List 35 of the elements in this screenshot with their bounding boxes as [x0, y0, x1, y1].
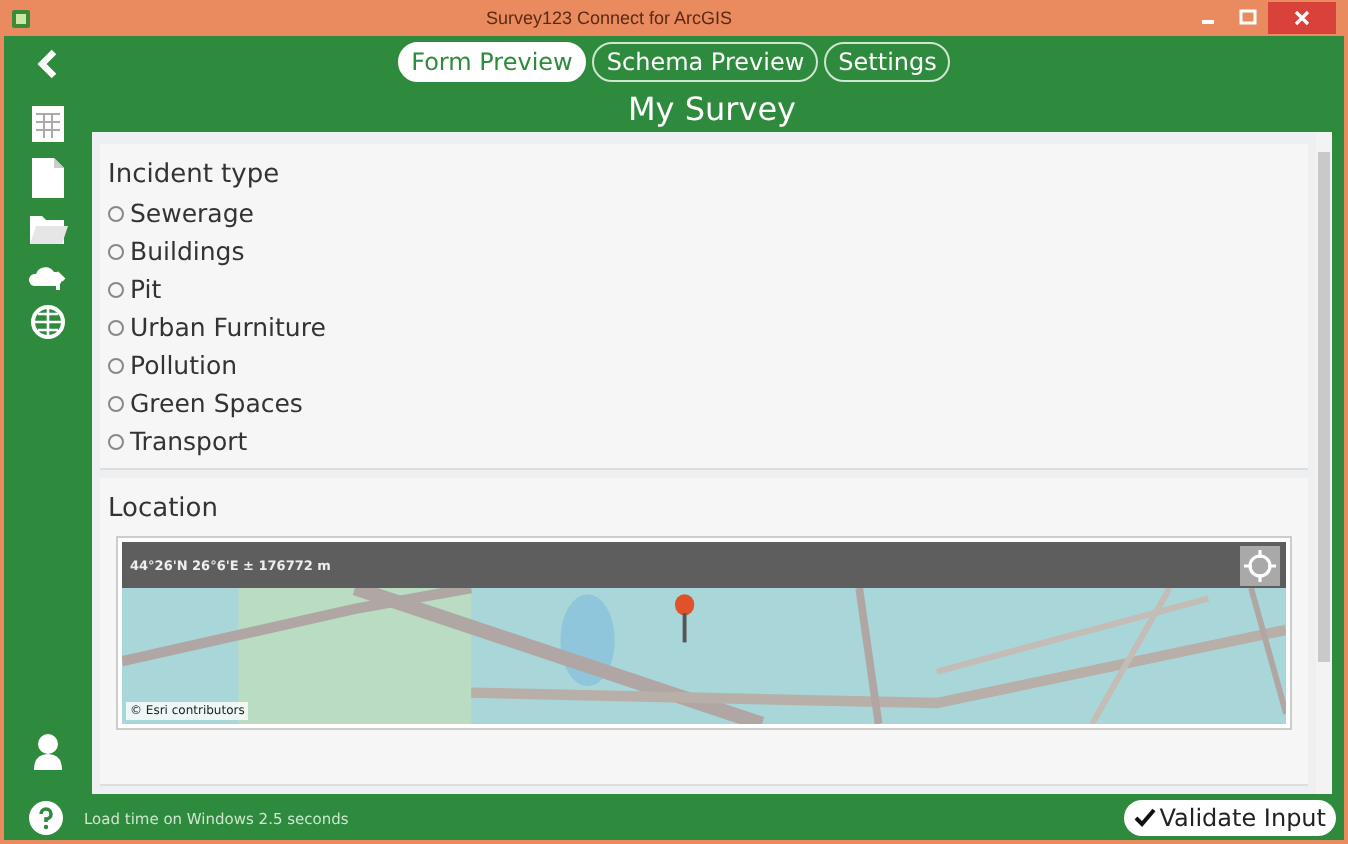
question-label: Incident type: [108, 160, 280, 190]
window-title: Survey123 Connect for ArcGIS: [483, 8, 735, 28]
validate-button[interactable]: Validate Input: [1123, 800, 1336, 836]
back-icon[interactable]: [34, 48, 62, 80]
radio-button[interactable]: [108, 433, 124, 449]
option-label: Pollution: [130, 350, 238, 380]
folder-icon[interactable]: [28, 212, 68, 248]
question-label: Location: [108, 494, 218, 524]
radio-button[interactable]: [108, 243, 124, 259]
radio-button[interactable]: [108, 281, 124, 297]
option-label: Green Spaces: [130, 388, 303, 418]
option-label: Sewerage: [130, 198, 254, 228]
close-button[interactable]: [1268, 2, 1336, 34]
user-icon[interactable]: [32, 732, 64, 772]
help-icon[interactable]: [28, 800, 64, 836]
close-icon: [1294, 10, 1310, 26]
locate-button[interactable]: [1240, 545, 1280, 585]
table-icon[interactable]: [30, 104, 66, 144]
tab[interactable]: Settings: [824, 42, 951, 82]
radio-button[interactable]: [108, 357, 124, 373]
radio-button[interactable]: [108, 395, 124, 411]
tab[interactable]: Schema Preview: [592, 42, 819, 82]
option-label: Pit: [130, 274, 162, 304]
globe-icon[interactable]: [30, 304, 66, 340]
option-label: Transport: [130, 426, 248, 456]
radio-button[interactable]: [108, 205, 124, 221]
option-label: Urban Furniture: [130, 312, 326, 342]
form-title: My Survey: [625, 88, 798, 132]
radio-button[interactable]: [108, 319, 124, 335]
document-icon[interactable]: [30, 156, 66, 200]
tab[interactable]: Form Preview: [397, 42, 587, 82]
scrollbar-thumb[interactable]: [1318, 152, 1330, 662]
app-icon: [12, 9, 30, 27]
checkmark-icon: [1133, 808, 1156, 828]
option-label: Buildings: [130, 236, 245, 266]
